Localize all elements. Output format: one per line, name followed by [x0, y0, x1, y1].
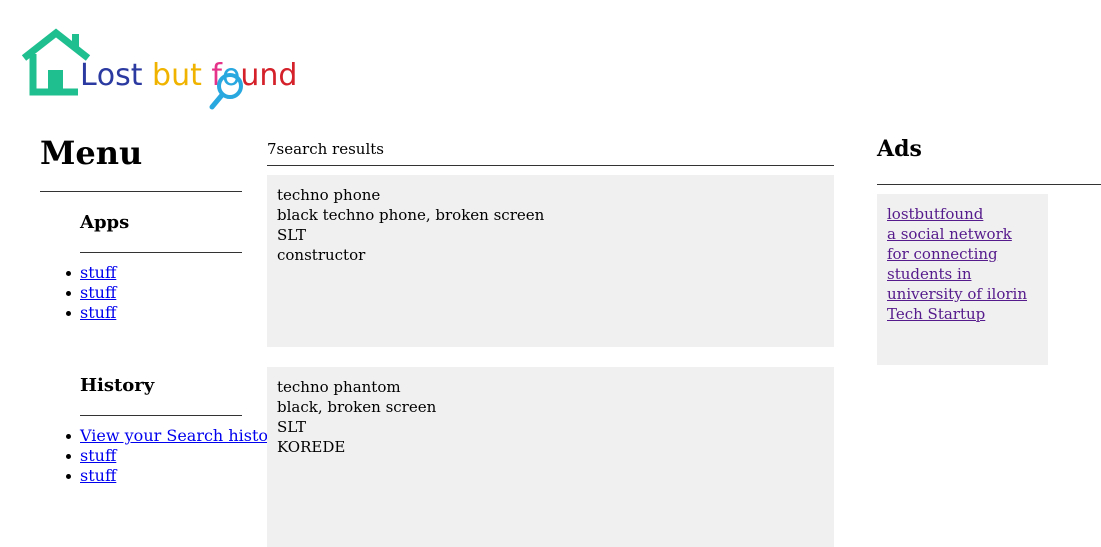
search-results: 7search results techno phone black techn… [267, 140, 834, 547]
divider [267, 165, 834, 166]
list-item: stuff [66, 466, 242, 486]
item-finder: KOREDE [277, 438, 346, 456]
list-item: stuff [66, 446, 242, 466]
item-description: black techno phone, broken screen [277, 206, 545, 224]
divider [80, 252, 242, 253]
apps-heading: Apps [80, 212, 130, 233]
item-finder: constructor [277, 246, 366, 264]
list-item: stuff [66, 263, 242, 283]
apps-link[interactable]: stuff [80, 283, 116, 302]
apps-list: stuff stuff stuff [66, 263, 242, 323]
result-card[interactable]: techno phantom black, broken screen SLT … [267, 367, 834, 547]
ad-link[interactable]: a social network for connecting students… [887, 224, 1038, 304]
site-logo[interactable]: Lost but found [20, 28, 310, 114]
history-list: View your Search history stuff stuff [66, 426, 285, 486]
divider [40, 191, 242, 192]
list-item: View your Search history [66, 426, 285, 446]
magnifier-icon [209, 73, 243, 110]
history-section: History View your Search history stuff s… [66, 375, 285, 486]
list-item: stuff [66, 283, 242, 303]
view-search-history-link[interactable]: View your Search history [80, 426, 285, 445]
history-heading: History [80, 375, 155, 396]
divider [877, 184, 1101, 185]
ads-column: Ads lostbutfound a social network for co… [877, 135, 1101, 365]
item-location: SLT [277, 226, 307, 244]
apps-section: Apps stuff stuff stuff [66, 212, 242, 323]
results-count: 7search results [267, 140, 384, 158]
history-link[interactable]: stuff [80, 466, 116, 485]
ad-link[interactable]: Tech Startup [887, 304, 1038, 324]
divider [80, 415, 242, 416]
item-name: techno phone [277, 186, 381, 204]
ad-link[interactable]: lostbutfound [887, 204, 1038, 224]
item-name: techno phantom [277, 378, 401, 396]
sidebar-menu: Menu Apps stuff stuff stuff History View… [40, 134, 285, 486]
list-item: stuff [66, 303, 242, 323]
history-link[interactable]: stuff [80, 446, 116, 465]
ad-box: lostbutfound a social network for connec… [877, 194, 1048, 365]
item-location: SLT [277, 418, 307, 436]
item-description: black, broken screen [277, 398, 437, 416]
result-card[interactable]: techno phone black techno phone, broken … [267, 175, 834, 347]
ads-title: Ads [877, 136, 922, 162]
menu-title: Menu [40, 134, 143, 172]
apps-link[interactable]: stuff [80, 303, 116, 322]
apps-link[interactable]: stuff [80, 263, 116, 282]
